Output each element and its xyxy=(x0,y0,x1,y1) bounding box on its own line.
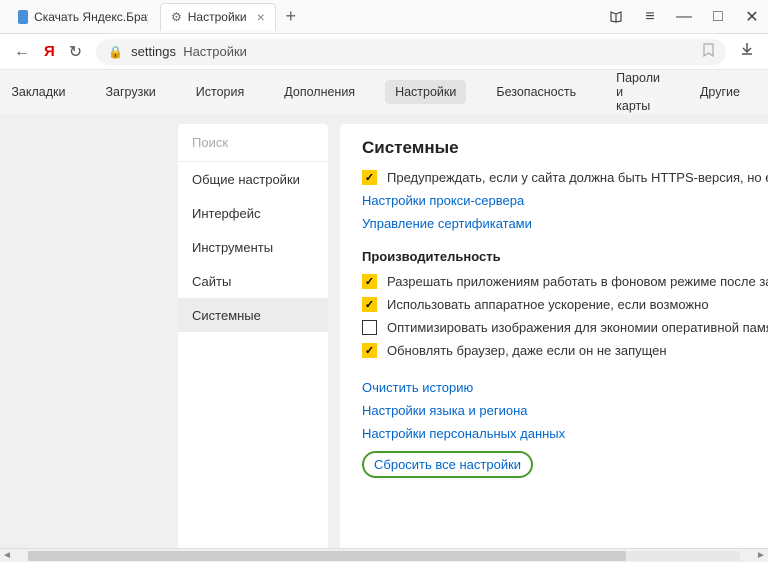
checkbox-hw-accel[interactable]: ✓ xyxy=(362,297,377,312)
app-icon xyxy=(18,10,28,24)
nav-passwords[interactable]: Пароли и карты xyxy=(606,66,670,118)
nav-other[interactable]: Другие xyxy=(690,80,750,104)
label-https-warn: Предупреждать, если у сайта должна быть … xyxy=(387,170,768,185)
sidebar-item-tools[interactable]: Инструменты xyxy=(178,230,328,264)
perf-title: Производительность xyxy=(362,249,768,264)
link-clear-history[interactable]: Очистить историю xyxy=(362,380,768,395)
main-panel: Системные ✓ Предупреждать, если у сайта … xyxy=(340,124,768,562)
sidebar-item-system[interactable]: Системные xyxy=(178,298,328,332)
label-bg-apps: Разрешать приложениям работать в фоновом… xyxy=(387,274,768,289)
reload-button[interactable]: ↻ xyxy=(69,42,82,62)
scroll-left-arrow[interactable]: ◄ xyxy=(0,550,14,561)
tab-label: Скачать Яндекс.Браузер д... xyxy=(34,10,148,24)
address-bar: ← Я ↻ 🔒 settings Настройки xyxy=(0,34,768,70)
search-input[interactable]: Поиск xyxy=(178,124,328,162)
downloads-button[interactable] xyxy=(740,42,754,61)
nav-security[interactable]: Безопасность xyxy=(486,80,586,104)
lock-icon: 🔒 xyxy=(108,45,123,59)
checkbox-https-warn[interactable]: ✓ xyxy=(362,170,377,185)
sidebar-item-sites[interactable]: Сайты xyxy=(178,264,328,298)
bookmark-icon[interactable] xyxy=(703,43,714,60)
scroll-right-arrow[interactable]: ► xyxy=(754,550,768,561)
checkbox-update-bg[interactable]: ✓ xyxy=(362,343,377,358)
titlebar: Скачать Яндекс.Браузер д... ⚙ Настройки … xyxy=(0,0,768,34)
addr-title: Настройки xyxy=(183,44,247,59)
yandex-logo[interactable]: Я xyxy=(44,43,55,60)
label-update-bg: Обновлять браузер, даже если он не запущ… xyxy=(387,343,667,358)
tab-settings[interactable]: ⚙ Настройки × xyxy=(160,3,276,31)
sidebar: Поиск Общие настройки Интерфейс Инструме… xyxy=(178,124,328,562)
link-proxy[interactable]: Настройки прокси-сервера xyxy=(362,193,768,208)
gear-icon: ⚙ xyxy=(171,10,182,24)
label-optimize-img: Оптимизировать изображения для экономии … xyxy=(387,320,768,335)
link-certificates[interactable]: Управление сертификатами xyxy=(362,216,768,231)
link-personal-data[interactable]: Настройки персональных данных xyxy=(362,426,768,441)
sidebar-item-interface[interactable]: Интерфейс xyxy=(178,196,328,230)
address-input[interactable]: 🔒 settings Настройки xyxy=(96,39,726,65)
settings-nav: Закладки Загрузки История Дополнения Нас… xyxy=(0,70,768,114)
sidebar-item-general[interactable]: Общие настройки xyxy=(178,162,328,196)
section-title: Системные xyxy=(362,138,768,158)
reader-icon[interactable] xyxy=(608,10,624,24)
scroll-track[interactable] xyxy=(28,551,740,561)
checkbox-bg-apps[interactable]: ✓ xyxy=(362,274,377,289)
tab-download[interactable]: Скачать Яндекс.Браузер д... xyxy=(8,3,158,31)
new-tab-button[interactable]: + xyxy=(278,4,304,30)
nav-downloads[interactable]: Загрузки xyxy=(95,80,165,104)
minimize-button[interactable]: — xyxy=(676,8,692,26)
horizontal-scrollbar[interactable]: ◄ ► xyxy=(0,548,768,562)
menu-icon[interactable]: ≡ xyxy=(642,8,658,26)
checkbox-optimize-img[interactable] xyxy=(362,320,377,335)
nav-settings[interactable]: Настройки xyxy=(385,80,466,104)
back-button[interactable]: ← xyxy=(14,43,30,61)
addr-path: settings xyxy=(131,44,176,59)
link-reset-all[interactable]: Сбросить все настройки xyxy=(362,451,533,478)
nav-history[interactable]: История xyxy=(186,80,254,104)
link-lang-region[interactable]: Настройки языка и региона xyxy=(362,403,768,418)
tab-label: Настройки xyxy=(188,10,247,24)
close-icon[interactable]: × xyxy=(257,9,265,25)
maximize-button[interactable]: □ xyxy=(710,8,726,26)
nav-bookmarks[interactable]: Закладки xyxy=(1,80,75,104)
label-hw-accel: Использовать аппаратное ускорение, если … xyxy=(387,297,709,312)
scroll-thumb[interactable] xyxy=(28,551,626,561)
close-button[interactable]: ✕ xyxy=(744,7,760,27)
nav-addons[interactable]: Дополнения xyxy=(274,80,365,104)
